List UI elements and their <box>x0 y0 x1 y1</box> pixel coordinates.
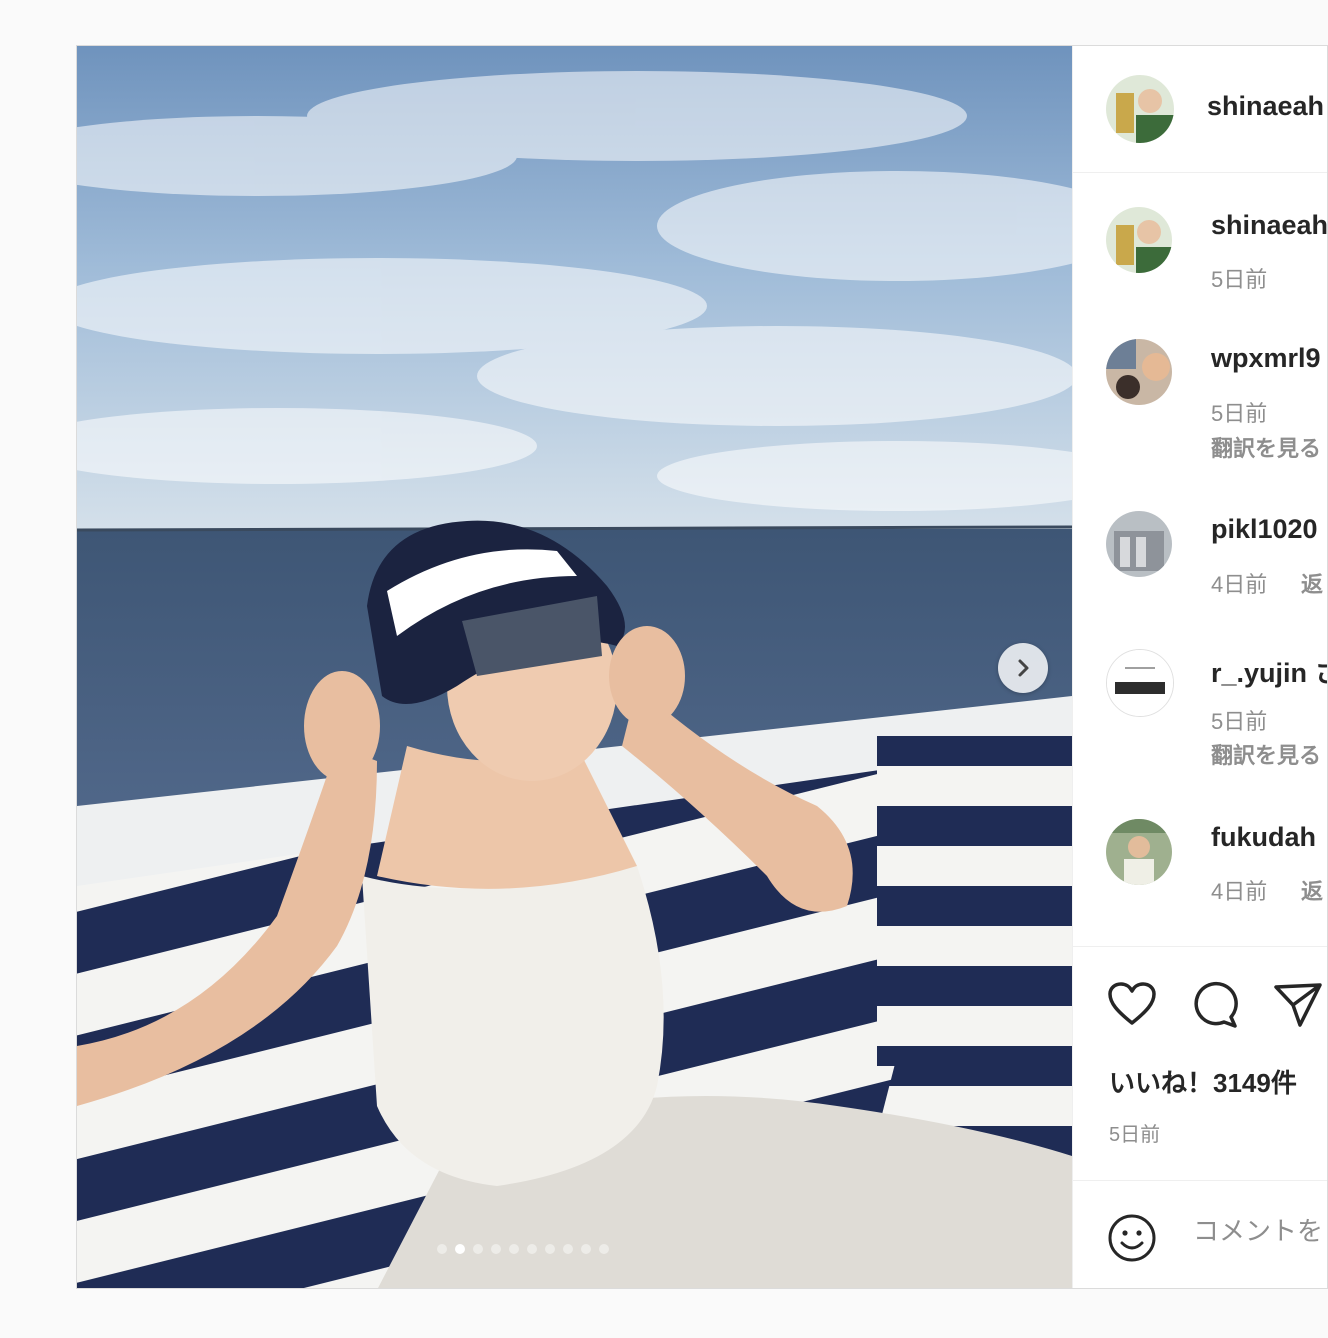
heart-icon <box>1108 982 1156 1025</box>
chevron-right-icon <box>1018 659 1029 677</box>
comment-time: 4日前 <box>1211 879 1268 904</box>
commenter-avatar[interactable] <box>1106 339 1172 405</box>
comment-text: 「 <box>1313 704 1327 736</box>
smiley-icon <box>1108 1214 1156 1262</box>
comment-username[interactable]: wpxmrl9 <box>1211 343 1321 374</box>
carousel-dot <box>599 1244 609 1254</box>
author-avatar[interactable] <box>1106 75 1174 143</box>
reply-link[interactable]: 返 <box>1301 567 1323 599</box>
comment-username[interactable]: r_.yujin さ <box>1211 651 1327 690</box>
carousel-dot-active <box>455 1244 465 1254</box>
commenter-avatar[interactable] <box>1106 207 1172 273</box>
send-icon <box>1274 983 1322 1027</box>
comment-text: 「 <box>1313 396 1327 428</box>
commenter-avatar[interactable] <box>1106 819 1172 885</box>
post-timestamp: 5日前 <box>1109 1124 1161 1146</box>
comment-input[interactable] <box>1191 1215 1327 1248</box>
carousel-indicator <box>437 1244 609 1254</box>
comment-username[interactable]: fukudah <box>1211 822 1316 853</box>
add-comment-bar <box>1073 1180 1327 1288</box>
comment-username[interactable]: shinaeah <box>1211 210 1327 241</box>
comment-time: 4日前 <box>1211 572 1268 597</box>
reply-link[interactable]: 返 <box>1301 874 1323 906</box>
next-photo-button[interactable] <box>998 643 1048 693</box>
comment-time: 5日前 <box>1211 401 1268 426</box>
carousel-dot <box>491 1244 501 1254</box>
comment-username[interactable]: pikl1020 <box>1211 514 1318 545</box>
post-sidebar: shinaeah shinaeah 5日前 wpxmrl9 5日前 「 翻訳を見… <box>1072 46 1327 1288</box>
like-button[interactable] <box>1107 981 1157 1032</box>
photo-image <box>77 46 1072 1288</box>
see-translation-link[interactable]: 翻訳を見る <box>1211 738 1321 770</box>
carousel-dot <box>473 1244 483 1254</box>
carousel-dot <box>527 1244 537 1254</box>
emoji-button[interactable] <box>1107 1213 1157 1268</box>
comment-icon <box>1194 981 1238 1028</box>
see-translation-link[interactable]: 翻訳を見る <box>1211 431 1321 463</box>
post-header: shinaeah <box>1073 46 1327 173</box>
commenter-avatar[interactable] <box>1106 649 1174 717</box>
carousel-dot <box>437 1244 447 1254</box>
author-username[interactable]: shinaeah <box>1207 91 1324 122</box>
comment-button[interactable] <box>1191 981 1239 1034</box>
commenter-avatar[interactable] <box>1106 511 1172 577</box>
post-photo[interactable] <box>77 46 1072 1288</box>
comment-time: 5日前 <box>1211 709 1268 734</box>
comment-time: 5日前 <box>1211 267 1268 292</box>
carousel-dot <box>509 1244 519 1254</box>
carousel-dot <box>581 1244 591 1254</box>
likes-count[interactable]: いいね！3149件 <box>1109 1063 1297 1100</box>
carousel-dot <box>563 1244 573 1254</box>
share-button[interactable] <box>1273 981 1323 1034</box>
post-card: shinaeah shinaeah 5日前 wpxmrl9 5日前 「 翻訳を見… <box>76 45 1328 1289</box>
carousel-dot <box>545 1244 555 1254</box>
